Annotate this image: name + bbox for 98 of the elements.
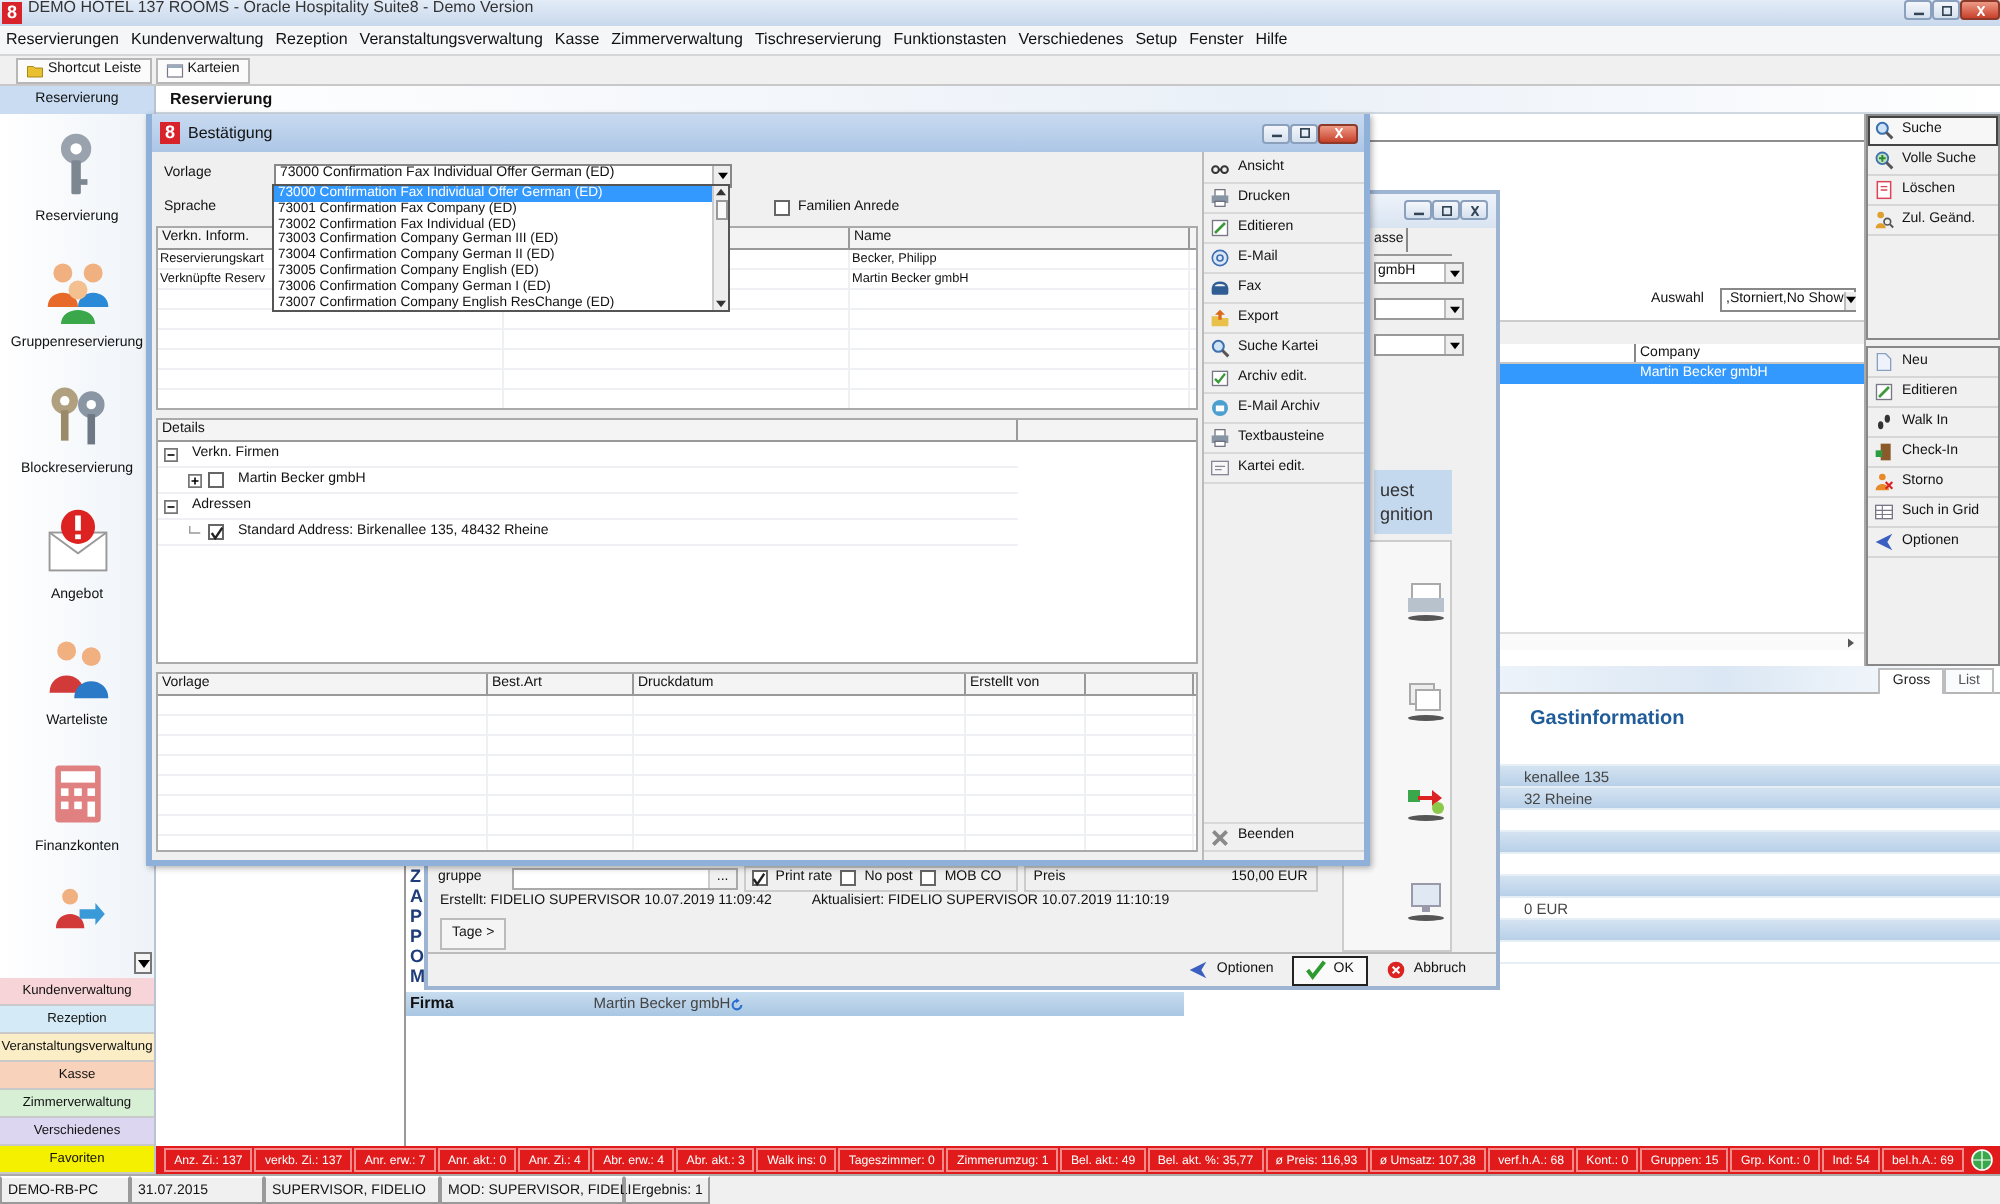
at-sign-icon <box>1210 248 1230 268</box>
minimize-button[interactable] <box>1904 0 1932 20</box>
maximize-button[interactable] <box>1290 123 1318 143</box>
checkbox[interactable] <box>208 472 224 488</box>
menu-item[interactable]: Fenster <box>1183 26 1250 54</box>
dropdown-arrow-icon <box>1449 341 1459 349</box>
maximize-button[interactable] <box>1432 200 1460 220</box>
dropdown-arrow-icon <box>1449 305 1459 313</box>
menu-item[interactable]: Rezeption <box>269 26 354 54</box>
checklist-icon <box>1210 368 1230 388</box>
app-logo: 8 <box>2 2 22 24</box>
search-plus-icon <box>1874 150 1894 170</box>
printer-icon <box>1406 579 1446 621</box>
maximize-button[interactable] <box>1932 0 1960 20</box>
note-pencil-icon <box>1210 218 1230 238</box>
checkbox[interactable] <box>751 870 768 886</box>
dropdown-arrow-icon <box>1845 296 1856 304</box>
expand-icon[interactable] <box>188 473 202 487</box>
caret-down-icon <box>137 959 149 967</box>
close-icon <box>1467 205 1481 215</box>
menu-item[interactable]: Tischreservierung <box>748 26 888 54</box>
dropdown-arrow-icon <box>1449 269 1459 277</box>
close-button[interactable] <box>1460 200 1488 220</box>
note-pencil-icon <box>1874 382 1894 402</box>
folder-icon <box>26 62 44 80</box>
folder-arrow-icon <box>1210 308 1230 328</box>
menu-item[interactable]: Verschiedenes <box>1012 26 1130 54</box>
window-title: Bestätigung <box>188 123 273 143</box>
checkmark-icon <box>752 871 767 885</box>
collapse-icon[interactable] <box>164 447 178 461</box>
menu-item[interactable]: Kasse <box>548 26 606 54</box>
scroll-thumb[interactable] <box>715 200 727 220</box>
close-button[interactable] <box>1960 0 2000 20</box>
close-icon <box>1331 128 1345 138</box>
collapse-icon[interactable] <box>164 499 178 513</box>
checkbox[interactable] <box>208 524 224 540</box>
back-arrow-icon <box>1874 532 1894 552</box>
menu-item[interactable]: Kundenverwaltung <box>124 26 270 54</box>
footprints-icon <box>1874 412 1894 432</box>
dropdown-arrow-icon <box>717 171 727 179</box>
menu-item[interactable]: Hilfe <box>1249 26 1294 54</box>
menu-item[interactable]: Veranstaltungsverwaltung <box>353 26 549 54</box>
menu-item[interactable]: Setup <box>1129 26 1184 54</box>
dropdown[interactable] <box>1374 298 1464 320</box>
checkbox[interactable] <box>920 870 937 886</box>
caret-down-icon <box>716 300 726 308</box>
app-logo: 8 <box>160 122 180 144</box>
section-header: Reservierung <box>156 86 2000 114</box>
cross-icon <box>1210 827 1230 847</box>
cancel-icon <box>1385 960 1406 980</box>
document-icon <box>1874 352 1894 372</box>
menu-item[interactable]: Funktionstasten <box>887 26 1013 54</box>
scroll-down-button[interactable] <box>134 952 152 974</box>
close-button[interactable] <box>1318 123 1358 143</box>
documents-icon <box>1406 679 1446 721</box>
panel-title: uest <box>1380 478 1417 502</box>
close-icon <box>1973 5 1987 15</box>
dropdown[interactable] <box>1374 334 1464 356</box>
person-cross-icon <box>1874 472 1894 492</box>
field-label: M <box>408 966 424 986</box>
grid-icon <box>1874 502 1894 522</box>
window-icon <box>165 62 184 80</box>
printer-icon <box>1210 428 1230 448</box>
back-arrow-icon <box>1188 960 1209 980</box>
checkbox[interactable] <box>840 870 857 886</box>
document-icon <box>1874 180 1894 200</box>
maximize-icon <box>1439 205 1453 215</box>
tree-line-icon <box>188 525 202 539</box>
field-label: A <box>408 886 424 906</box>
panel-title: Gastinformation <box>1528 706 1687 734</box>
minimize-button[interactable] <box>1262 123 1290 143</box>
phone-icon <box>1210 278 1230 298</box>
field-label: P <box>408 906 424 926</box>
checkmark-icon <box>209 525 223 539</box>
scrollbar[interactable] <box>712 186 728 310</box>
printer-icon <box>1210 188 1230 208</box>
document-icon <box>1210 458 1230 478</box>
menu-item[interactable]: Reservierungen <box>0 26 125 54</box>
envelope-circle-icon <box>1210 398 1230 418</box>
maximize-icon <box>1939 5 1953 15</box>
checkbox[interactable] <box>774 200 790 217</box>
caret-right-icon <box>1848 637 1854 647</box>
search-icon <box>1210 338 1230 358</box>
person-search-icon <box>1874 210 1894 230</box>
door-icon <box>1874 442 1894 462</box>
field-label: O <box>408 946 424 966</box>
search-icon <box>1874 120 1894 140</box>
field-label: Firma <box>410 992 454 1016</box>
maximize-icon <box>1297 128 1311 138</box>
refresh-icon <box>730 997 745 1011</box>
menu-item[interactable]: Zimmerverwaltung <box>605 26 749 54</box>
field-label: Z <box>408 866 423 886</box>
panel-title: gnition <box>1380 502 1436 526</box>
window-title: DEMO HOTEL 137 ROOMS - Oracle Hospitality Suite8 - Demo Version <box>28 0 534 16</box>
checkmark-icon <box>1305 960 1326 980</box>
field-label: P <box>408 926 424 946</box>
monitor-icon <box>1406 879 1446 921</box>
minimize-button[interactable] <box>1404 200 1432 220</box>
